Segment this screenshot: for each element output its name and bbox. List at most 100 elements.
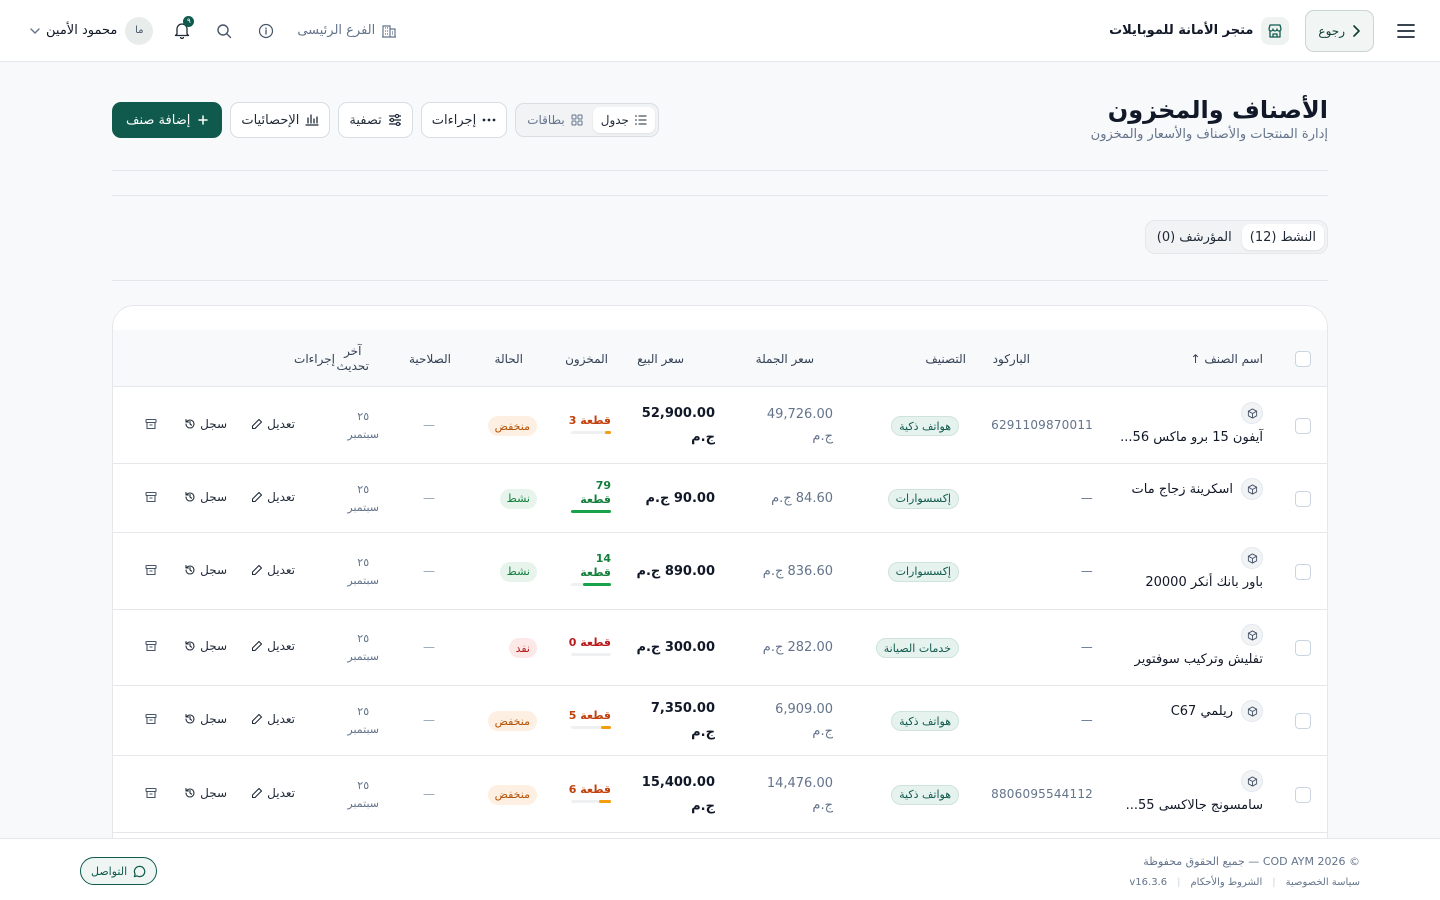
item-name[interactable]: اسكرينة زجاج مات <box>1132 482 1233 497</box>
edit-button[interactable]: تعديل <box>251 786 295 800</box>
log-action[interactable]: سجل <box>184 417 227 431</box>
edit-button[interactable]: تعديل <box>251 490 295 504</box>
archive-action[interactable] <box>145 491 157 503</box>
edit-action[interactable]: تعديل <box>251 417 295 431</box>
row-checkbox[interactable] <box>1295 786 1311 803</box>
log-button[interactable]: سجل <box>184 712 227 726</box>
edit-action[interactable]: تعديل <box>251 563 295 577</box>
table-row: ريلمي C67 — هواتف ذكية 6,909.00 ج.م 7,35… <box>113 686 1327 756</box>
col-name[interactable]: اسم الصنف ↑ <box>1191 330 1264 387</box>
col-updated-line2: تحديث <box>336 358 369 373</box>
archive-action[interactable] <box>145 787 157 799</box>
updated-cell: ٢٥ سبتمبر <box>347 703 379 739</box>
stats-button[interactable]: الإحصائيات <box>230 102 331 138</box>
edit-button[interactable]: تعديل <box>251 417 295 431</box>
actions-menu-button[interactable]: إجراءات <box>420 102 508 138</box>
view-table-option[interactable]: جدول <box>592 107 655 133</box>
wholesale-price: 282.00 ج.م <box>762 640 833 655</box>
tab-active[interactable]: النشط (12) <box>1241 224 1324 250</box>
stock-cell: قطعة 3 <box>569 414 611 434</box>
archive-action[interactable] <box>145 564 157 576</box>
log-action[interactable]: سجل <box>184 712 227 726</box>
view-cards-option[interactable]: بطاقات <box>519 107 591 133</box>
avatar[interactable]: ما <box>125 16 154 45</box>
archive-icon[interactable] <box>145 713 157 725</box>
log-button[interactable]: سجل <box>184 786 227 800</box>
log-button[interactable]: سجل <box>184 563 227 577</box>
filter-button[interactable]: تصفية <box>338 102 413 138</box>
menu-icon[interactable] <box>1394 19 1418 43</box>
package-icon <box>1241 402 1263 424</box>
archive-icon[interactable] <box>145 787 157 799</box>
archive-action[interactable] <box>145 418 157 430</box>
sale-price-cell: 890.00 ج.م <box>636 560 715 584</box>
user-name[interactable]: محمود الأمين <box>46 23 117 38</box>
archive-action[interactable] <box>145 640 157 652</box>
package-icon <box>1241 700 1263 722</box>
item-name-cell: باور بانك أنكر 20000 <box>1145 547 1263 590</box>
notification-bell-icon[interactable]: ٩ <box>169 15 195 44</box>
back-button[interactable]: رجوع <box>1305 9 1374 52</box>
chevron-right-icon <box>1353 24 1360 37</box>
add-item-button[interactable]: إضافة صنف <box>112 102 223 138</box>
status-cell: نشط <box>499 488 537 509</box>
privacy-link[interactable]: سياسة الخصوصية <box>1286 877 1360 888</box>
log-button[interactable]: سجل <box>184 490 227 504</box>
archive-icon[interactable] <box>145 418 157 430</box>
archive-icon[interactable] <box>145 564 157 576</box>
select-all-checkbox[interactable] <box>1295 350 1311 367</box>
table-header: اسم الصنف ↑ الباركود التصنيف سعر الجملة … <box>113 330 1327 387</box>
row-checkbox[interactable] <box>1295 640 1311 656</box>
terms-link[interactable]: الشروط والأحكام <box>1190 877 1262 888</box>
row-checkbox[interactable] <box>1295 418 1311 434</box>
archive-icon[interactable] <box>145 640 157 652</box>
copyright-text: © 2026 COD AYM — جميع الحقوق محفوظة <box>1143 855 1360 868</box>
info-icon[interactable] <box>253 18 279 44</box>
stock-cell: قطعة 5 <box>569 709 611 729</box>
edit-action[interactable]: تعديل <box>251 490 295 504</box>
log-label: سجل <box>200 489 227 504</box>
log-action[interactable]: سجل <box>184 639 227 653</box>
log-button[interactable]: سجل <box>184 639 227 653</box>
wholesale-currency: ج.م <box>812 797 833 813</box>
item-name[interactable]: ريلمي C67 <box>1171 704 1233 719</box>
row-checkbox[interactable] <box>1295 490 1311 507</box>
log-button[interactable]: سجل <box>184 417 227 431</box>
item-name[interactable]: تفليش وتركيب سوفتوير <box>1135 652 1263 667</box>
item-name[interactable]: آيفون 15 برو ماكس 56... <box>1120 430 1263 445</box>
chat-bubble-icon <box>133 865 146 877</box>
history-icon <box>185 564 195 575</box>
edit-button[interactable]: تعديل <box>251 563 295 577</box>
edit-action[interactable]: تعديل <box>251 712 295 726</box>
status-badge: منخفض <box>487 784 537 805</box>
log-action[interactable]: سجل <box>184 563 227 577</box>
edit-action[interactable]: تعديل <box>251 786 295 800</box>
barcode-value: — <box>1080 640 1093 654</box>
item-name[interactable]: سامسونج جالاكسى 55... <box>1126 798 1263 813</box>
edit-button[interactable]: تعديل <box>251 639 295 653</box>
archive-icon[interactable] <box>145 491 157 503</box>
branch-selector[interactable]: الفرع الرئيسى <box>297 23 397 39</box>
item-name[interactable]: باور بانك أنكر 20000 <box>1145 575 1263 590</box>
edit-button[interactable]: تعديل <box>251 712 295 726</box>
validity-cell: — <box>423 491 435 505</box>
table-row: تفليش وتركيب سوفتوير — خدمات الصيانة 282… <box>113 610 1327 686</box>
row-checkbox[interactable] <box>1295 713 1311 729</box>
log-action[interactable]: سجل <box>184 490 227 504</box>
validity-cell: — <box>423 640 435 654</box>
row-checkbox[interactable] <box>1295 563 1311 580</box>
stock-level-bar <box>571 726 611 729</box>
edit-action[interactable]: تعديل <box>251 639 295 653</box>
chevron-down-icon[interactable] <box>30 27 40 35</box>
tab-archived[interactable]: المؤرشف (0) <box>1149 224 1240 250</box>
log-action[interactable]: سجل <box>184 786 227 800</box>
stock-cell: قطعة 6 <box>569 783 611 803</box>
edit-label: تعديل <box>267 785 295 800</box>
contact-button[interactable]: التواصل <box>80 857 158 885</box>
more-horizontal-icon <box>482 118 496 122</box>
search-icon[interactable] <box>211 18 237 44</box>
stock-level-fill <box>601 726 611 729</box>
archive-action[interactable] <box>145 713 157 725</box>
category-cell: إكسسوارات <box>887 488 959 509</box>
filter-label: تصفية <box>349 112 382 128</box>
